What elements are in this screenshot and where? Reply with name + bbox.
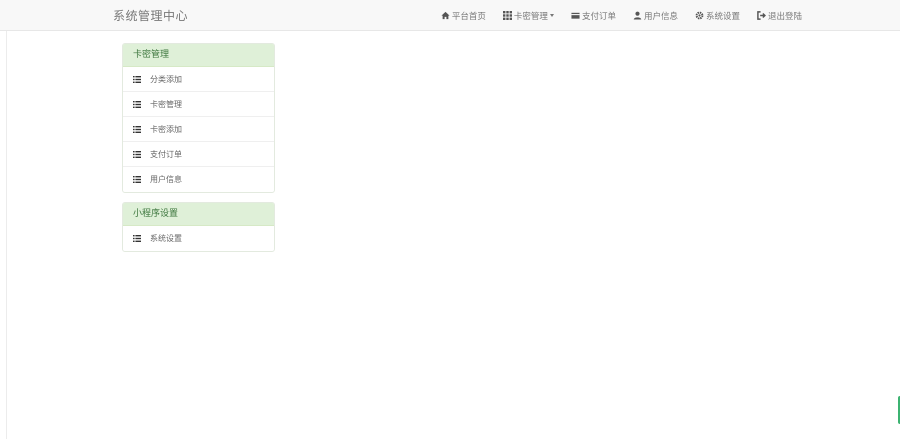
- window-edge: [6, 0, 7, 439]
- panel-card-management: 卡密管理 分类添加 卡密管理 卡密添加 支付订单 用户信息: [122, 43, 275, 193]
- sidebar-item-label: 支付订单: [150, 149, 182, 159]
- grid-icon: [502, 11, 512, 20]
- nav-label: 退出登陆: [767, 11, 802, 22]
- top-navbar: 系统管理中心 平台首页 卡密管理 支付订单 用户信息 系统设置 退出登陆: [0, 0, 900, 31]
- nav-label: 用户信息: [643, 11, 678, 22]
- page: 系统管理中心 平台首页 卡密管理 支付订单 用户信息 系统设置 退出登陆 卡密管…: [0, 0, 900, 439]
- sidebar-item-orders[interactable]: 支付订单: [123, 142, 274, 167]
- panel-title: 卡密管理: [123, 44, 274, 67]
- list-icon: [133, 150, 141, 158]
- nav-label: 卡密管理: [513, 11, 548, 22]
- nav-item-user-info[interactable]: 用户信息: [633, 10, 678, 22]
- nav-item-settings[interactable]: 系统设置: [695, 10, 740, 22]
- list-icon: [133, 235, 141, 242]
- list-icon: [133, 75, 141, 83]
- gear-icon: [695, 11, 704, 20]
- sidebar-item-system-settings[interactable]: 系统设置: [123, 226, 274, 251]
- nav-item-card-management[interactable]: 卡密管理: [502, 10, 554, 22]
- sidebar-item-label: 用户信息: [150, 175, 182, 184]
- sidebar-item-label: 卡密管理: [150, 99, 182, 109]
- sidebar-item-label: 卡密添加: [150, 124, 182, 134]
- list-icon: [133, 100, 141, 108]
- nav-item-home[interactable]: 平台首页: [441, 10, 486, 22]
- sidebar-item-label: 系统设置: [150, 234, 182, 243]
- sidebar-item-card-manage[interactable]: 卡密管理: [123, 92, 274, 117]
- brand-title[interactable]: 系统管理中心: [113, 7, 188, 24]
- nav-label: 系统设置: [705, 11, 740, 22]
- panel-title: 小程序设置: [123, 203, 274, 226]
- sidebar-item-category-add[interactable]: 分类添加: [123, 67, 274, 92]
- sidebar-item-card-add[interactable]: 卡密添加: [123, 117, 274, 142]
- nav-label: 平台首页: [451, 11, 486, 22]
- sidebar-item-label: 分类添加: [150, 74, 182, 84]
- nav-item-orders[interactable]: 支付订单: [571, 10, 616, 22]
- nav-menu: 平台首页 卡密管理 支付订单 用户信息 系统设置 退出登陆: [424, 0, 802, 31]
- chevron-down-icon: [549, 14, 554, 17]
- nav-item-logout[interactable]: 退出登陆: [757, 10, 802, 22]
- sidebar-item-user-info[interactable]: 用户信息: [123, 167, 274, 192]
- home-icon: [441, 11, 450, 20]
- list-icon: [133, 125, 141, 133]
- logout-icon: [757, 11, 766, 20]
- list-icon: [133, 176, 141, 183]
- panel-miniprogram-settings: 小程序设置 系统设置: [122, 202, 275, 252]
- card-icon: [571, 11, 580, 20]
- nav-label: 支付订单: [581, 11, 616, 22]
- user-icon: [633, 11, 642, 20]
